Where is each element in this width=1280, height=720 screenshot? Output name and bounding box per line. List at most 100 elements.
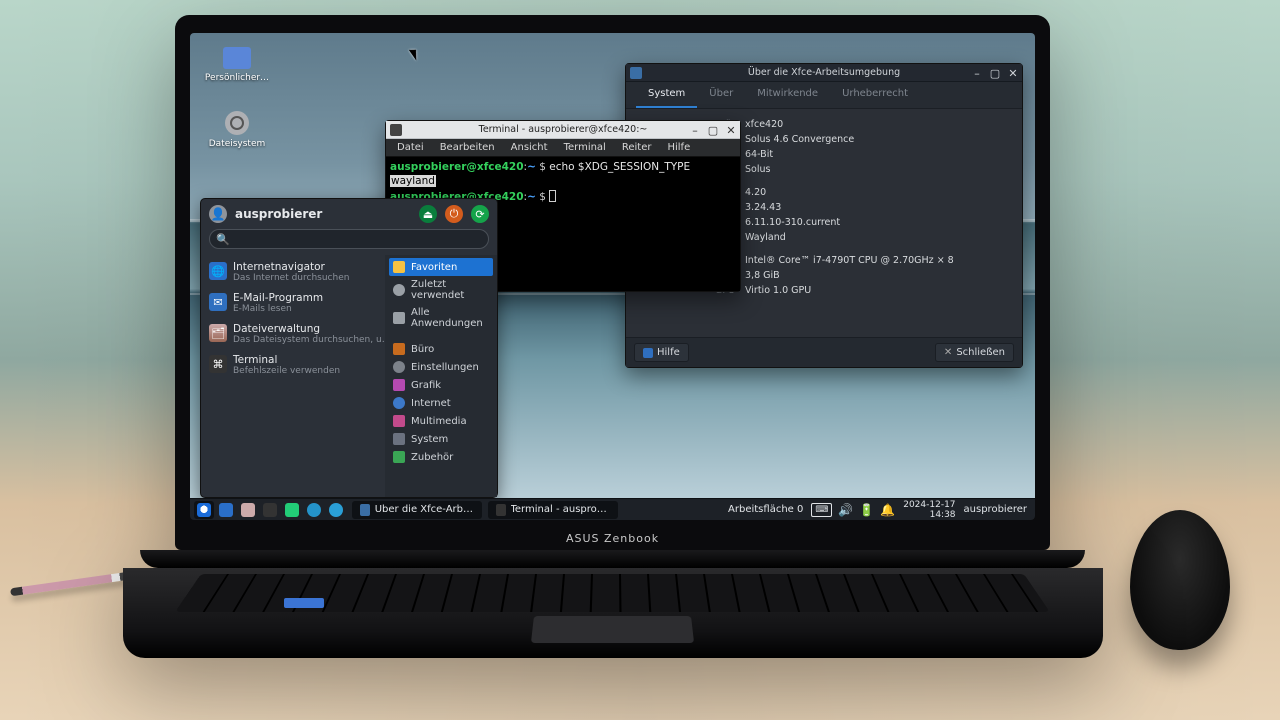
user-avatar-icon[interactable]: 👤 (209, 205, 227, 223)
xfce-icon (630, 67, 642, 79)
minimize-button[interactable]: – (970, 66, 984, 80)
task-about[interactable]: Über die Xfce-Arbeitsu… (352, 501, 482, 519)
launcher-downloads[interactable] (282, 501, 302, 519)
taskbar: Über die Xfce-Arbeitsu… Terminal - auspr… (190, 498, 1035, 520)
clock[interactable]: 2024-12-17 14:38 (903, 500, 955, 520)
xfce-icon (360, 504, 370, 516)
value-gtk: 3.24.43 (745, 200, 1008, 215)
battery-icon[interactable]: 🔋 (859, 503, 874, 517)
desktop-icon-home-label: Persönlicher… (202, 73, 272, 83)
workspace-indicator[interactable]: Arbeitsfläche 0 (728, 504, 803, 515)
app-item-web[interactable]: 🌐 Internetnavigator Das Internet durchsu… (201, 257, 385, 288)
laptop: Persönlicher… Dateisystem Über die Xfce-… (175, 15, 1050, 655)
menu-search-input[interactable] (234, 234, 482, 245)
download-icon (285, 503, 299, 517)
close-button[interactable]: ✕ (1006, 66, 1020, 80)
help-button[interactable]: Hilfe (634, 343, 689, 362)
star-icon (393, 261, 405, 273)
cat-graphics[interactable]: Grafik (385, 376, 497, 394)
tab-contributors[interactable]: Mitwirkende (745, 82, 830, 108)
value-cpu: Intel® Core™ i7-4790T CPU @ 2.70GHz × 8 (745, 253, 1008, 268)
value-xfce: 4.20 (745, 185, 1008, 200)
media-icon (393, 415, 405, 427)
globe-icon (393, 397, 405, 409)
desktop-icon-filesystem[interactable]: Dateisystem (202, 111, 272, 149)
tab-copyright[interactable]: Urheberrecht (830, 82, 920, 108)
maximize-button[interactable]: ▢ (988, 66, 1002, 80)
app-item-files[interactable]: 🗂 Dateiverwaltung Das Dateisystem durchs… (201, 319, 385, 350)
cat-multimedia[interactable]: Multimedia (385, 412, 497, 430)
mail-icon: ✉ (209, 293, 227, 311)
cat-office[interactable]: Büro (385, 340, 497, 358)
shutdown-button[interactable]: ⟳ (471, 205, 489, 223)
folder-icon: 🗂 (209, 324, 227, 342)
menu-edit[interactable]: Bearbeiten (432, 139, 503, 156)
globe-icon (219, 503, 233, 517)
logout-button[interactable]: ⏻ (445, 205, 463, 223)
value-distributor: Solus (745, 162, 1008, 177)
terminal-icon (496, 504, 506, 516)
launcher-terminal[interactable] (260, 501, 280, 519)
menu-terminal[interactable]: Terminal (556, 139, 614, 156)
launcher-web[interactable] (216, 501, 236, 519)
tab-about[interactable]: Über (697, 82, 745, 108)
tab-system[interactable]: System (636, 82, 697, 108)
app-item-mail[interactable]: ✉ E-Mail-Programm E-Mails lesen (201, 288, 385, 319)
clock-icon (393, 284, 405, 296)
volume-icon[interactable]: 🔊 (838, 503, 853, 517)
keyboard-indicator[interactable]: ⌨ (811, 503, 832, 517)
menu-tabs[interactable]: Reiter (614, 139, 660, 156)
close-button[interactable]: ✕ (724, 123, 738, 137)
value-ram: 3,8 GiB (745, 268, 1008, 283)
help-icon (643, 348, 653, 358)
globe-icon: 🌐 (209, 262, 227, 280)
lock-button[interactable]: ⏏ (419, 205, 437, 223)
value-osname: Solus 4.6 Convergence (745, 132, 1008, 147)
terminal-menubar: Datei Bearbeiten Ansicht Terminal Reiter… (386, 139, 740, 157)
cat-all[interactable]: Alle Anwendungen (385, 304, 497, 332)
value-device: xfce420 (745, 117, 1008, 132)
value-gpu: Virtio 1.0 GPU (745, 283, 1008, 298)
maximize-button[interactable]: ▢ (706, 123, 720, 137)
menu-file[interactable]: Datei (389, 139, 432, 156)
cat-recent[interactable]: Zuletzt verwendet (385, 276, 497, 304)
cat-favorites[interactable]: Favoriten (389, 258, 493, 276)
value-windowsystem: Wayland (745, 230, 1008, 245)
about-title: Über die Xfce-Arbeitsumgebung (748, 67, 900, 78)
taskbar-user[interactable]: ausprobierer (964, 504, 1027, 515)
search-icon: 🔍 (216, 233, 230, 246)
menu-username: ausprobierer (235, 207, 322, 221)
system-icon (393, 433, 405, 445)
terminal-titlebar[interactable]: Terminal - ausprobierer@xfce420:~ – ▢ ✕ (386, 121, 740, 139)
software-icon (307, 503, 321, 517)
desktop-icon-home[interactable]: Persönlicher… (202, 47, 272, 83)
terminal-icon (390, 124, 402, 136)
launcher-files[interactable] (238, 501, 258, 519)
task-terminal[interactable]: Terminal - ausprobierer… (488, 501, 618, 519)
telegram-icon (329, 503, 343, 517)
start-button[interactable] (194, 501, 214, 519)
folder-icon (241, 503, 255, 517)
terminal-cursor (549, 190, 556, 202)
close-dialog-button[interactable]: ✕Schließen (935, 343, 1014, 362)
value-kernel: 6.11.10-310.current (745, 215, 1008, 230)
launcher-software[interactable] (304, 501, 324, 519)
menu-view[interactable]: Ansicht (503, 139, 556, 156)
solus-icon (197, 503, 211, 517)
menu-search[interactable]: 🔍 (209, 229, 489, 249)
minimize-button[interactable]: – (688, 123, 702, 137)
cat-internet[interactable]: Internet (385, 394, 497, 412)
terminal-icon (263, 503, 277, 517)
cat-system[interactable]: System (385, 430, 497, 448)
menu-help[interactable]: Hilfe (659, 139, 698, 156)
app-item-terminal[interactable]: ⌘ Terminal Befehlszeile verwenden (201, 350, 385, 381)
about-titlebar[interactable]: Über die Xfce-Arbeitsumgebung – ▢ ✕ (626, 64, 1022, 82)
gear-icon (393, 361, 405, 373)
close-icon: ✕ (944, 347, 952, 358)
terminal-output-selected: wayland (390, 175, 436, 187)
notification-icon[interactable]: 🔔 (880, 503, 895, 517)
cat-accessories[interactable]: Zubehör (385, 448, 497, 466)
cat-settings[interactable]: Einstellungen (385, 358, 497, 376)
paint-icon (393, 379, 405, 391)
launcher-telegram[interactable] (326, 501, 346, 519)
